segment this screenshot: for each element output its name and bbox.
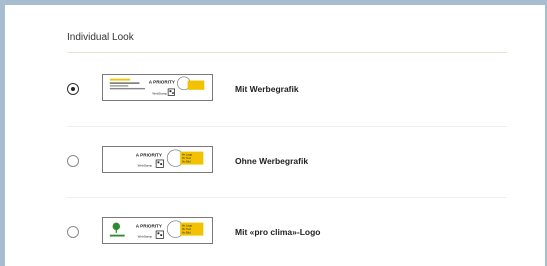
datamatrix-code [155,230,164,239]
option-label: Ohne Werbegrafik [235,156,309,166]
ad-graphic-text-line [109,85,129,87]
pro-clima-logo-text [109,234,125,237]
pro-clima-tree-trunk [115,229,117,233]
stamp-badge-text: Ihr Bild [182,231,191,235]
stamp-brand: A PRIORITY [136,152,162,157]
option-label: Mit «pro clima»-Logo [235,227,321,237]
section-divider [67,52,507,53]
stamp-preview-pro-clima: A PRIORITY Ihr Logo Ihr Text Ihr Bild We… [102,217,213,244]
radio-ohne-werbegrafik[interactable] [67,155,79,167]
stamp-product: WebStamp [138,234,153,238]
datamatrix-code [155,159,164,168]
pro-clima-tree-icon [112,222,120,231]
stamp-preview-plain: A PRIORITY Ihr Logo Ihr Text Ihr Bild We… [102,146,213,173]
radio-mit-werbegrafik[interactable] [67,83,79,95]
ad-graphic-text-line [109,87,145,90]
stamp-brand: A PRIORITY [149,79,175,84]
stamp-badge-text: Ihr Bild [182,160,191,164]
ad-graphic-text-line [109,82,140,84]
section-title: Individual Look [67,32,134,43]
option-mit-werbegrafik[interactable]: A PRIORITY WebStamp Mit Werbegrafik [67,69,507,109]
option-ohne-werbegrafik[interactable]: A PRIORITY Ihr Logo Ihr Text Ihr Bild We… [67,141,507,181]
ad-graphic-yellow-bar [109,78,131,81]
stamp-product: WebStamp [138,163,153,167]
option-pro-clima-logo[interactable]: A PRIORITY Ihr Logo Ihr Text Ihr Bild We… [67,212,507,252]
stamp-badge [187,80,205,90]
stamp-product: WebStamp [152,91,167,95]
window-frame-top [0,0,547,5]
window-frame-left [0,0,5,266]
option-divider [67,126,507,127]
radio-pro-clima-logo[interactable] [67,226,79,238]
stamp-brand: A PRIORITY [136,223,162,228]
option-divider [67,197,507,198]
stamp-preview-werbegrafik: A PRIORITY WebStamp [102,74,213,101]
option-label: Mit Werbegrafik [235,84,299,94]
